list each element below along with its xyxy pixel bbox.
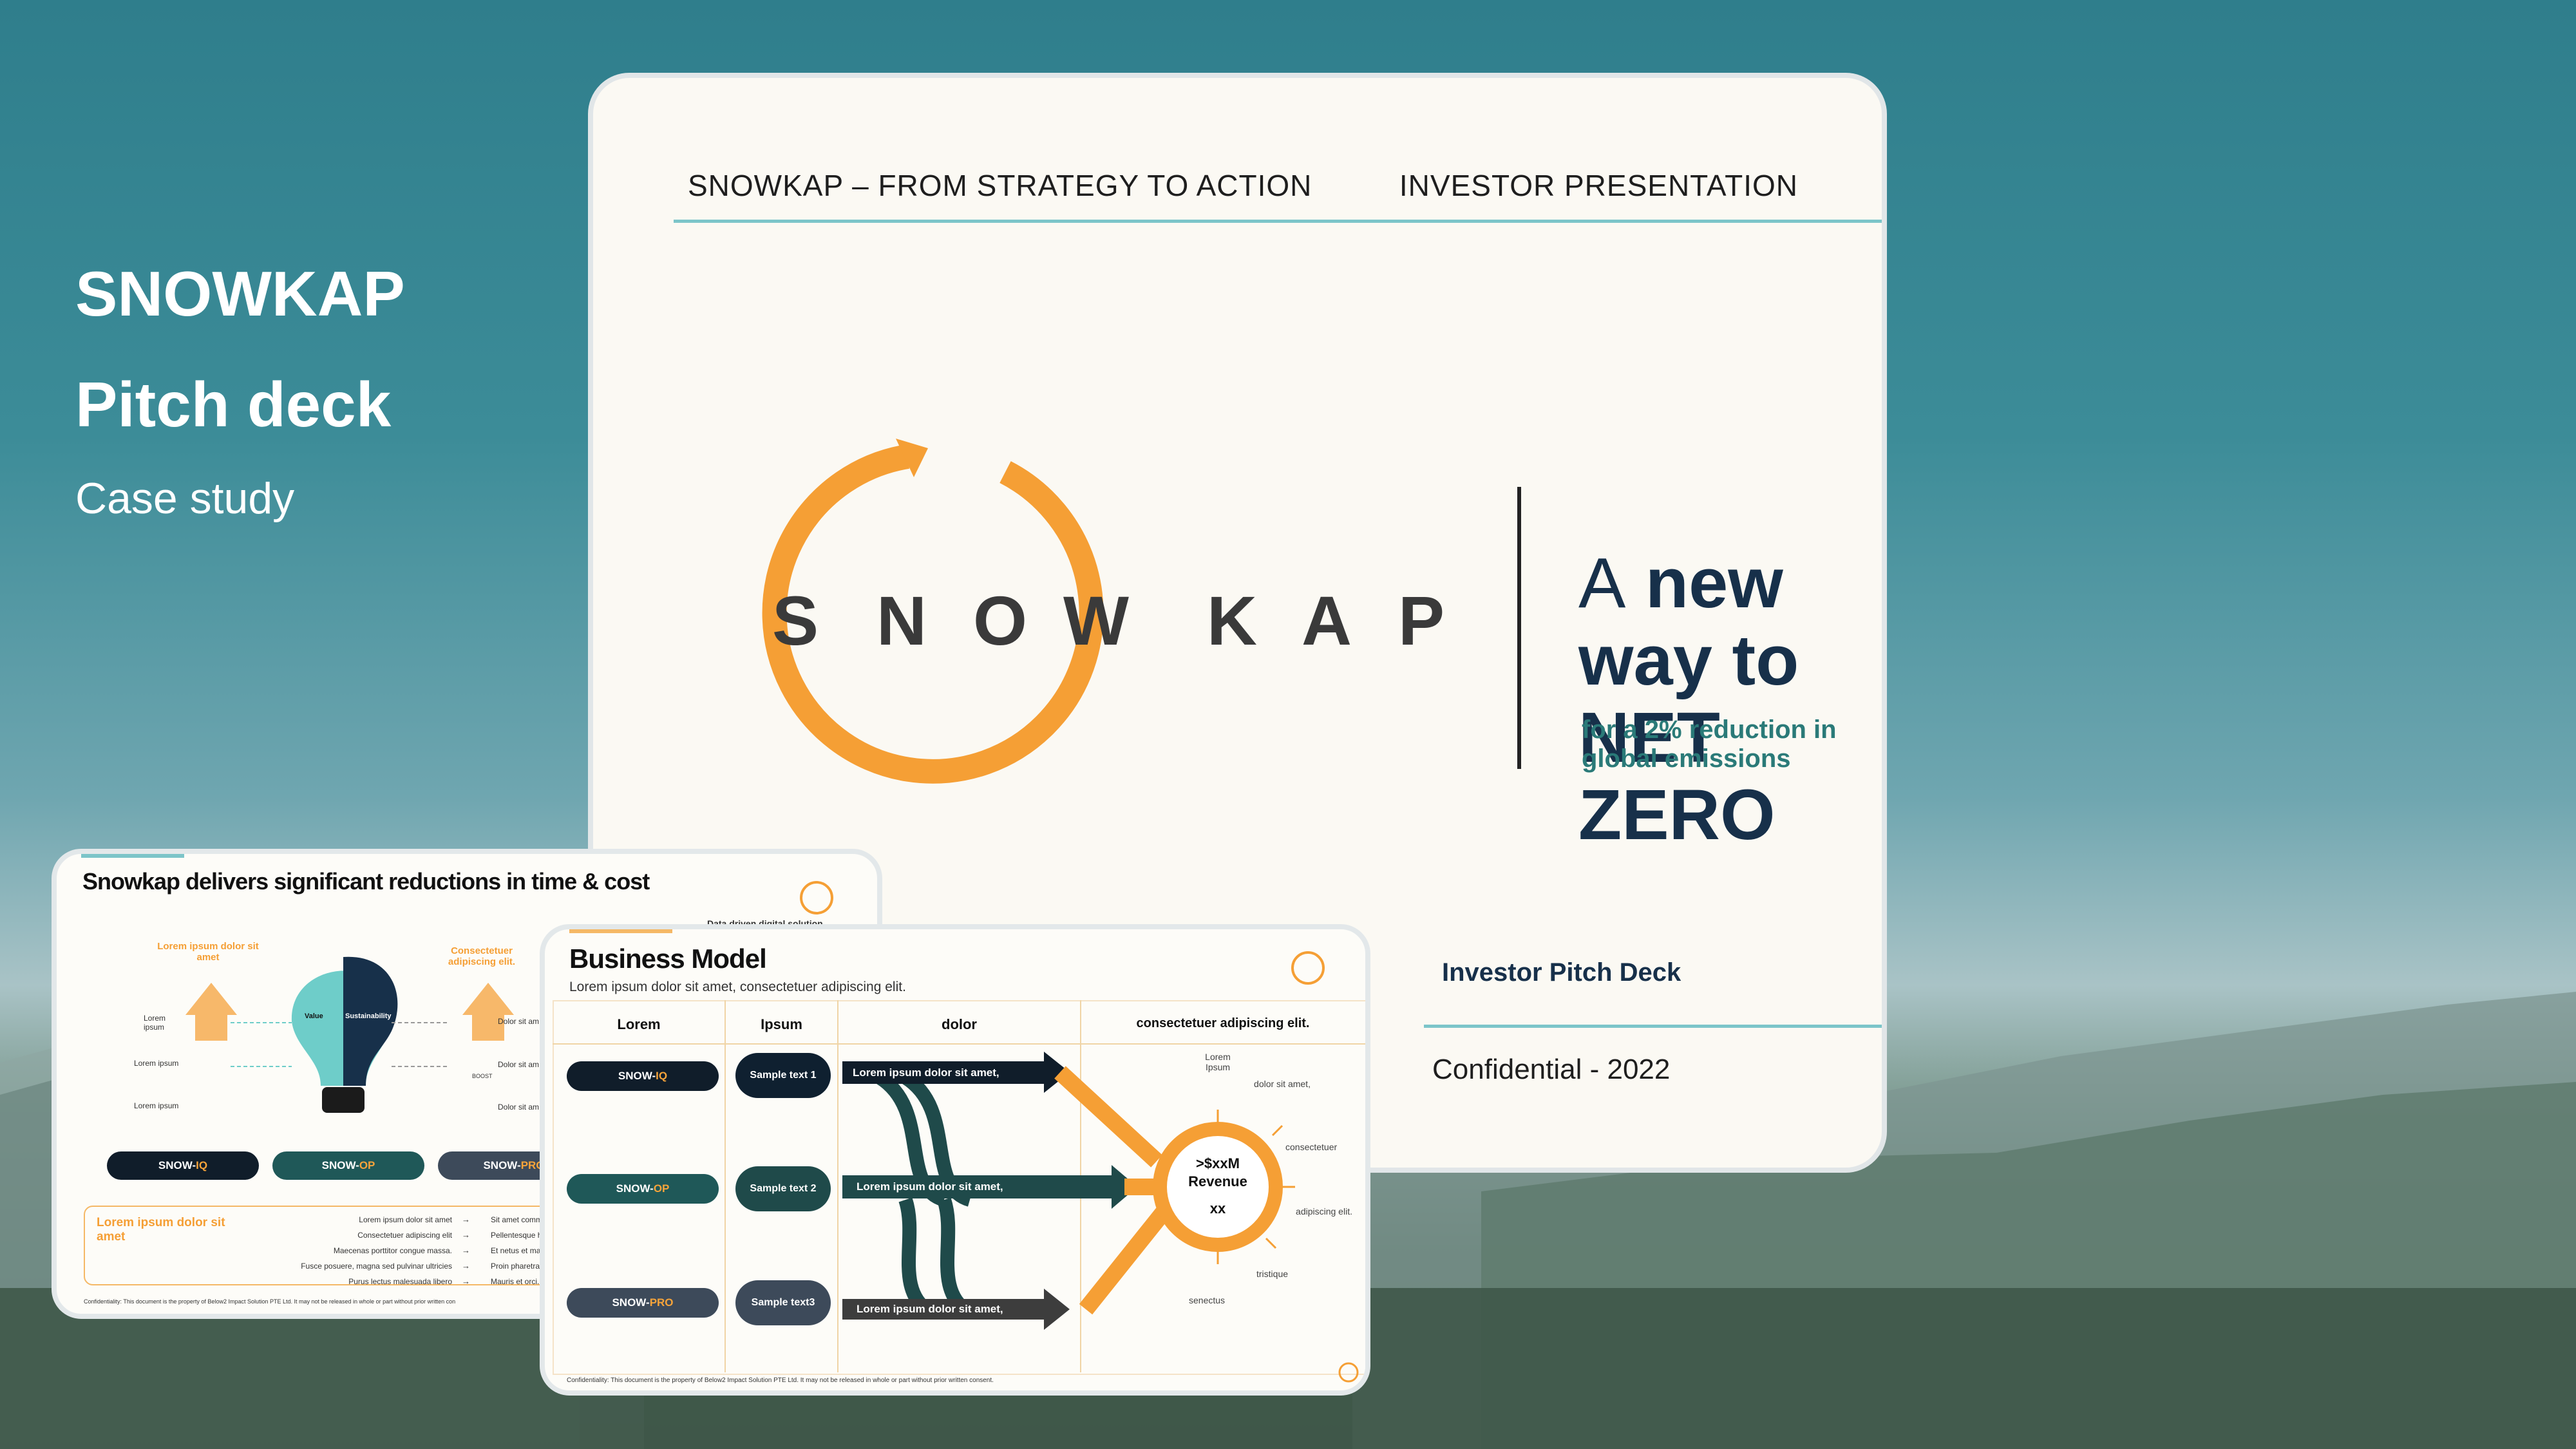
outer-label-5: tristique bbox=[1256, 1269, 1289, 1279]
pill-prefix: SNOW- bbox=[158, 1159, 196, 1171]
column-header-consectetuer: consectetuer adipiscing elit. bbox=[1136, 1016, 1310, 1030]
slide-footer: Confidentiality: This document is the pr… bbox=[84, 1298, 456, 1305]
logo-ring-icon bbox=[762, 444, 1104, 784]
summary-left-item: Lorem ipsum dolor sit amet bbox=[359, 1215, 452, 1224]
logo-divider bbox=[1517, 487, 1521, 769]
pill-snow-iq[interactable]: SNOW-IQ bbox=[567, 1061, 719, 1091]
pill-prefix: SNOW- bbox=[618, 1070, 656, 1082]
revenue-circle-text: >$xxM Revenue xx bbox=[1160, 1155, 1276, 1218]
left-item-2: Lorem ipsum bbox=[134, 1059, 179, 1068]
footer-title: Investor Pitch Deck bbox=[1442, 958, 1681, 987]
pill-snow-op[interactable]: SNOW-OP bbox=[567, 1174, 719, 1204]
outer-label-4: adipiscing elit. bbox=[1296, 1206, 1352, 1217]
logo-letter-w: W bbox=[1063, 582, 1129, 659]
summary-heading: Lorem ipsum dolor sit amet bbox=[97, 1216, 225, 1244]
pill-snow-pro[interactable]: SNOW-PRO bbox=[567, 1288, 719, 1318]
tagline: A new way to NET ZERO bbox=[1578, 545, 1882, 854]
bulb-sustainability-label: Sustainability bbox=[345, 1012, 392, 1020]
sample-text-1: Sample text 1 bbox=[735, 1053, 831, 1098]
pill-snow-iq[interactable]: SNOW-IQ bbox=[107, 1151, 259, 1180]
arrow-icon: → bbox=[462, 1245, 470, 1255]
flow-label-1: Lorem ipsum dolor sit amet, bbox=[853, 1066, 999, 1079]
summary-left-item: Consectetuer adipiscing elit bbox=[357, 1231, 452, 1240]
logo-letter-s: S bbox=[772, 582, 819, 659]
bulb-right-icon bbox=[343, 956, 398, 1086]
flow-label-2: Lorem ipsum dolor sit amet, bbox=[857, 1180, 1003, 1193]
arrow-icon: → bbox=[462, 1276, 470, 1286]
arrow-icon: → bbox=[462, 1261, 470, 1271]
arrow-icon: → bbox=[462, 1230, 470, 1240]
right-item-1: Dolor sit am bbox=[498, 1017, 540, 1026]
logo-letter-p: P bbox=[1398, 582, 1444, 659]
hero-title-pitch-deck: Pitch deck bbox=[75, 369, 392, 440]
pill-suffix: IQ bbox=[196, 1159, 208, 1171]
outer-label-3: consectetuer bbox=[1285, 1142, 1338, 1152]
logo-letter-a: A bbox=[1302, 582, 1352, 659]
tagline-subtitle: for a 2% reduction in global emissions bbox=[1582, 715, 1837, 773]
pill-prefix: SNOW- bbox=[616, 1182, 654, 1195]
hero-subtitle: Case study bbox=[75, 474, 295, 523]
arrow-icon: → bbox=[462, 1215, 470, 1224]
tagline-a: A bbox=[1578, 544, 1626, 623]
pill-prefix: SNOW- bbox=[483, 1159, 521, 1171]
slide-business-model-thumbnail[interactable]: Business Model Lorem ipsum dolor sit ame… bbox=[540, 924, 1370, 1396]
footer-rule bbox=[1424, 1025, 1882, 1028]
outer-label-2: dolor sit amet, bbox=[1254, 1079, 1311, 1089]
revenue-xx: xx bbox=[1209, 1200, 1226, 1217]
logo-letter-n: N bbox=[876, 582, 927, 659]
pill-prefix: SNOW- bbox=[321, 1159, 359, 1171]
pill-suffix: IQ bbox=[656, 1070, 668, 1082]
column-header-ipsum: Ipsum bbox=[761, 1016, 802, 1032]
revenue-label: Revenue bbox=[1188, 1173, 1247, 1189]
left-item-3: Lorem ipsum bbox=[134, 1101, 179, 1110]
flow-label-3: Lorem ipsum dolor sit amet, bbox=[857, 1303, 1003, 1315]
pill-prefix: SNOW- bbox=[612, 1296, 650, 1309]
right-item-3: Dolor sit am bbox=[498, 1103, 540, 1112]
column-header-lorem: Lorem bbox=[617, 1016, 661, 1032]
sample-text-3: Sample text3 bbox=[735, 1280, 831, 1325]
pill-suffix: OP bbox=[359, 1159, 375, 1171]
pill-suffix: OP bbox=[653, 1182, 670, 1195]
revenue-amount: >$xxM bbox=[1196, 1155, 1240, 1171]
sample-text-2: Sample text 2 bbox=[735, 1166, 831, 1211]
right-item-2: Dolor sit am bbox=[498, 1060, 540, 1069]
boost-label: BOOST bbox=[472, 1073, 493, 1079]
pill-snow-op[interactable]: SNOW-OP bbox=[272, 1151, 424, 1180]
confidential-text: Confidential - 2022 bbox=[1432, 1054, 1671, 1085]
summary-left-item: Maecenas porttitor congue massa. bbox=[333, 1246, 452, 1255]
bulb-value-label: Value bbox=[305, 1012, 323, 1020]
summary-left-item: Purus lectus malesuada libero bbox=[348, 1277, 452, 1286]
column-header-dolor: dolor bbox=[942, 1016, 977, 1032]
tagline-zero: ZERO bbox=[1578, 775, 1776, 855]
summary-left-list: Lorem ipsum dolor sit amet Consectetuer … bbox=[233, 1212, 452, 1289]
logo-letter-o: O bbox=[973, 582, 1027, 659]
summary-arrows: → → → → → bbox=[462, 1212, 470, 1289]
summary-left-item: Fusce posuere, magna sed pulvinar ultric… bbox=[301, 1262, 452, 1271]
right-up-arrow-icon bbox=[462, 983, 514, 1041]
left-up-arrow-icon bbox=[185, 983, 237, 1041]
outer-label-6: senectus bbox=[1189, 1295, 1226, 1305]
pill-suffix: PRO bbox=[649, 1296, 674, 1309]
left-item-1: Lorem ipsum bbox=[144, 1014, 166, 1032]
outer-label-1: Lorem Ipsum bbox=[1205, 1052, 1231, 1072]
bulb-base-icon bbox=[322, 1087, 365, 1113]
slide-footer: Confidentiality: This document is the pr… bbox=[567, 1377, 994, 1384]
logo-letter-k: K bbox=[1207, 582, 1257, 659]
hero-title-snowkap: SNOWKAP bbox=[75, 258, 405, 329]
